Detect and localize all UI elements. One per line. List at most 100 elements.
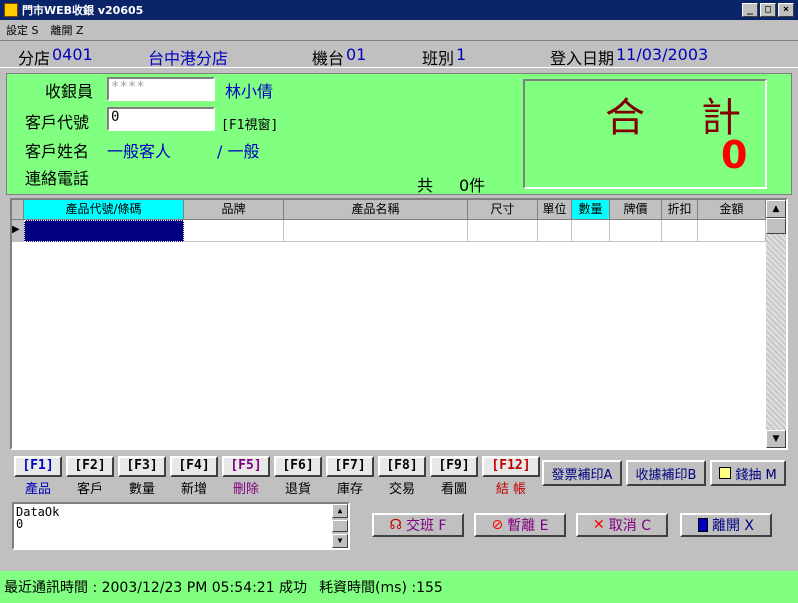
fkey-3[interactable]: [F3] 數量 xyxy=(116,456,168,497)
minimize-button[interactable]: _ xyxy=(742,3,758,17)
title-bar: 門市WEB收銀 v20605 _ □ × xyxy=(0,0,798,20)
message-scrollbar[interactable]: ▲ ▼ xyxy=(332,504,348,548)
row-indicator: ▶ xyxy=(12,220,24,242)
cell-qty[interactable] xyxy=(572,220,610,242)
customer-name-value: 一般客人 xyxy=(107,142,172,161)
menu-settings[interactable]: 設定 S xyxy=(6,22,38,38)
leave-button[interactable]: 離開 X xyxy=(680,513,772,537)
maximize-button[interactable]: □ xyxy=(760,3,776,17)
cell-unit[interactable] xyxy=(538,220,572,242)
cell-amount[interactable] xyxy=(698,220,766,242)
fkey-button[interactable]: [F7] xyxy=(326,456,374,477)
fkey-button[interactable]: [F1] xyxy=(14,456,62,477)
item-count: 0件 xyxy=(459,176,486,195)
window-title: 門市WEB收銀 v20605 xyxy=(22,4,144,17)
cell-product-name[interactable] xyxy=(284,220,468,242)
phone-label: 連絡電話 xyxy=(25,169,90,188)
fkey-10[interactable]: [F12] 結 帳 xyxy=(480,456,542,497)
fkey-5[interactable]: [F5] 刪除 xyxy=(220,456,272,497)
last-comm-time: 最近通訊時間 : 2003/12/23 PM 05:54:21 成功 xyxy=(4,580,308,596)
msg-scroll-thumb[interactable] xyxy=(332,520,348,532)
msg-scroll-down-icon[interactable]: ▼ xyxy=(332,534,348,548)
shift-no: 1 xyxy=(456,45,467,64)
col-qty[interactable]: 數量 xyxy=(572,200,610,220)
customer-type: / 一般 xyxy=(217,142,260,161)
cashier-input[interactable]: **** xyxy=(107,77,215,101)
fkey-button[interactable]: [F6] xyxy=(274,456,322,477)
terminal-no: 01 xyxy=(346,45,367,64)
cashier-name: 林小倩 xyxy=(225,82,274,101)
items-grid[interactable]: 產品代號/條碼 品牌 產品名稱 尺寸 單位 數量 牌價 折扣 金額 ▶ ▲ ▼ xyxy=(10,198,788,450)
col-list-price[interactable]: 牌價 xyxy=(610,200,662,220)
fkey-button[interactable]: [F12] xyxy=(482,456,540,477)
fkey-label: 產品 xyxy=(24,482,51,497)
cell-list-price[interactable] xyxy=(610,220,662,242)
cell-discount[interactable] xyxy=(662,220,698,242)
fkey-6[interactable]: [F6] 退貨 xyxy=(272,456,324,497)
door-icon xyxy=(697,518,708,532)
col-product-name[interactable]: 產品名稱 xyxy=(284,200,468,220)
terminal-label: 機台 xyxy=(312,49,345,68)
fkey-4[interactable]: [F4] 新增 xyxy=(168,456,220,497)
fkey-button[interactable]: [F2] xyxy=(66,456,114,477)
fkey-label: 交易 xyxy=(388,482,415,497)
fkey-label: 退貨 xyxy=(284,482,311,497)
pause-label: 暫離 E xyxy=(507,518,549,534)
cell-brand[interactable] xyxy=(184,220,284,242)
invoice-reprint-button[interactable]: 發票補印A xyxy=(542,460,622,486)
close-button[interactable]: × xyxy=(778,3,794,17)
customer-name-label: 客戶姓名 xyxy=(25,142,90,161)
grid-header: 產品代號/條碼 品牌 產品名稱 尺寸 單位 數量 牌價 折扣 金額 xyxy=(12,200,766,220)
fkey-8[interactable]: [F8] 交易 xyxy=(376,456,428,497)
fkey-label: 刪除 xyxy=(232,482,259,497)
login-label: 登入日期 xyxy=(550,49,615,68)
cell-size[interactable] xyxy=(468,220,538,242)
col-amount[interactable]: 金額 xyxy=(698,200,766,220)
cancel-label: 取消 C xyxy=(608,518,651,534)
col-discount[interactable]: 折扣 xyxy=(662,200,698,220)
cash-drawer-button[interactable]: 錢抽 M xyxy=(710,460,786,486)
count-prefix: 共 xyxy=(417,176,434,195)
fkey-button[interactable]: [F3] xyxy=(118,456,166,477)
receipt-reprint-button[interactable]: 收據補印B xyxy=(626,460,706,486)
shift-change-label: 交班 F xyxy=(405,518,447,534)
fkey-2[interactable]: [F2] 客戶 xyxy=(64,456,116,497)
shift-label: 班別 xyxy=(422,49,455,68)
msg-scroll-up-icon[interactable]: ▲ xyxy=(332,504,348,518)
fkey-label: 庫存 xyxy=(336,482,363,497)
col-unit[interactable]: 單位 xyxy=(538,200,572,220)
info-bar: 分店 0401 台中港分店 機台 01 班別 1 登入日期 11/03/2003 xyxy=(0,40,798,68)
scroll-down-icon[interactable]: ▼ xyxy=(766,430,786,448)
message-line-1: DataOk xyxy=(16,505,60,519)
total-box: 合 計 0 xyxy=(523,79,767,189)
col-product-code[interactable]: 產品代號/條碼 xyxy=(24,200,184,220)
scroll-up-icon[interactable]: ▲ xyxy=(766,200,786,218)
fkey-button[interactable]: [F9] xyxy=(430,456,478,477)
shift-change-button[interactable]: ☊ 交班 F xyxy=(372,513,464,537)
branch-no: 0401 xyxy=(52,45,93,64)
function-keys: [F1] 產品 [F2] 客戶 [F3] 數量 [F4] 新增 [F5] 刪除 [F6] 退貨 [F7]… xyxy=(12,456,542,497)
col-brand[interactable]: 品牌 xyxy=(184,200,284,220)
fkey-button[interactable]: [F5] xyxy=(222,456,270,477)
leave-label: 離開 X xyxy=(711,518,755,534)
col-size[interactable]: 尺寸 xyxy=(468,200,538,220)
fkey-1[interactable]: [F1] 產品 xyxy=(12,456,64,497)
fkey-button[interactable]: [F4] xyxy=(170,456,218,477)
pause-button[interactable]: ⊘ 暫離 E xyxy=(474,513,566,537)
app-icon xyxy=(4,3,18,17)
grid-scrollbar[interactable]: ▲ ▼ xyxy=(766,200,786,448)
fkey-label: 新增 xyxy=(180,482,207,497)
fkey-button[interactable]: [F8] xyxy=(378,456,426,477)
cell-product-code[interactable] xyxy=(24,220,184,242)
scroll-thumb[interactable] xyxy=(766,218,786,234)
message-box[interactable]: DataOk 0 ▲ ▼ xyxy=(12,502,350,550)
customer-id-input[interactable]: 0 xyxy=(107,107,215,131)
menu-exit[interactable]: 離開 Z xyxy=(50,22,83,38)
branch-name: 台中港分店 xyxy=(148,49,229,68)
fkey-7[interactable]: [F7] 庫存 xyxy=(324,456,376,497)
fkey-9[interactable]: [F9] 看圖 xyxy=(428,456,480,497)
cancel-button[interactable]: ✕ 取消 C xyxy=(576,513,668,537)
customer-id-label: 客戶代號 xyxy=(25,113,90,132)
grid-row[interactable]: ▶ xyxy=(12,220,766,242)
customer-panel: 收銀員 **** 林小倩 客戶代號 0 [F1視窗] 客戶姓名 一般客人 / 一… xyxy=(6,73,792,195)
